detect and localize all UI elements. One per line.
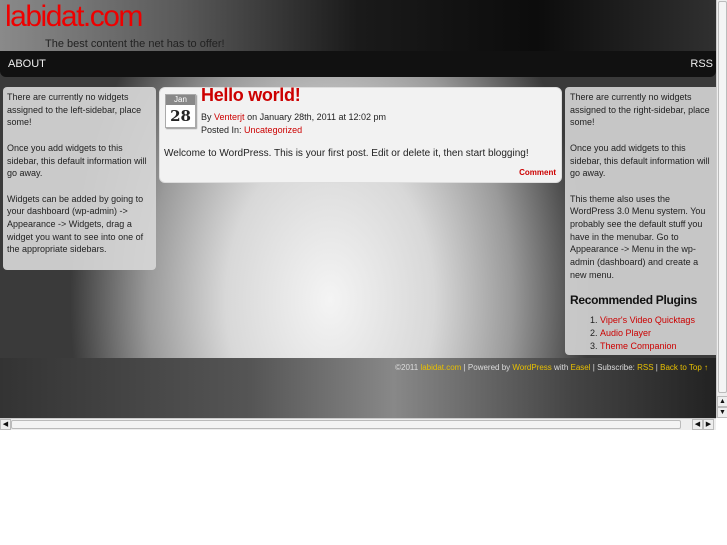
- wordpress-link[interactable]: WordPress: [512, 363, 551, 372]
- plugin-link[interactable]: Theme Companion: [600, 341, 677, 351]
- post-month: Jan: [166, 95, 195, 105]
- header: labidat.com The best content the net has…: [0, 0, 716, 52]
- scroll-down-icon[interactable]: ▼: [717, 407, 727, 418]
- powered-by: Powered by: [467, 363, 511, 372]
- separator: |: [655, 363, 658, 372]
- calendar-icon: Jan 28: [165, 94, 196, 128]
- footer-site-link[interactable]: labidat.com: [420, 363, 461, 372]
- category-link[interactable]: Uncategorized: [244, 125, 302, 135]
- post: Jan 28 Hello world! By Venterjt on Janua…: [159, 86, 562, 183]
- sidebar-text: Widgets can be added by going to your da…: [7, 193, 144, 255]
- easel-link[interactable]: Easel: [571, 363, 591, 372]
- plugins-heading: Recommended Plugins: [570, 292, 697, 307]
- page-viewport: labidat.com The best content the net has…: [0, 0, 716, 418]
- list-item: Viper's Video Quicktags: [600, 314, 711, 327]
- subscribe-label: Subscribe:: [597, 363, 635, 372]
- posted-in-label: Posted In:: [201, 125, 242, 135]
- scrollbar-thumb[interactable]: [718, 1, 727, 393]
- nav-rss[interactable]: RSS: [690, 58, 713, 70]
- plugins-list: Viper's Video Quicktags Audio Player The…: [570, 314, 711, 352]
- post-title[interactable]: Hello world!: [201, 86, 301, 104]
- scroll-right-icon[interactable]: ▶: [703, 419, 714, 430]
- separator: |: [463, 363, 466, 372]
- back-to-top-link[interactable]: Back to Top ↑: [660, 363, 708, 372]
- sidebar-text: Once you add widgets to this sidebar, th…: [570, 142, 710, 179]
- post-meta: By Venterjt on January 28th, 2011 at 12:…: [201, 111, 386, 137]
- author-link[interactable]: Venterjt: [214, 112, 245, 122]
- vertical-scrollbar[interactable]: ▲ ▼: [716, 0, 727, 418]
- footer: ©2011 labidat.com | Powered by WordPress…: [0, 358, 716, 418]
- nav-about[interactable]: ABOUT: [8, 58, 46, 70]
- site-tagline: The best content the net has to offer!: [45, 38, 225, 50]
- footer-rss-link[interactable]: RSS: [637, 363, 653, 372]
- scroll-left-icon[interactable]: ◀: [0, 419, 11, 430]
- site-logo[interactable]: labidat.com: [5, 0, 143, 34]
- right-sidebar: There are currently no widgets assigned …: [565, 87, 716, 355]
- plugin-link[interactable]: Audio Player: [600, 328, 651, 338]
- sidebar-text: Once you add widgets to this sidebar, th…: [7, 142, 147, 179]
- by-label: By: [201, 112, 212, 122]
- comment-link[interactable]: Comment: [519, 167, 556, 180]
- plugin-link[interactable]: Viper's Video Quicktags: [600, 315, 695, 325]
- scroll-up-icon[interactable]: ▲: [717, 396, 727, 407]
- navbar: ABOUT RSS: [0, 51, 716, 77]
- list-item: Audio Player: [600, 327, 711, 340]
- with-label: with: [554, 363, 569, 372]
- post-day: 28: [170, 107, 191, 125]
- horizontal-scrollbar[interactable]: ◀ ◀ ▶: [0, 418, 716, 430]
- scroll-left-icon[interactable]: ◀: [692, 419, 703, 430]
- sidebar-text: There are currently no widgets assigned …: [7, 92, 142, 128]
- left-sidebar: There are currently no widgets assigned …: [3, 87, 156, 270]
- copyright: ©2011: [395, 363, 419, 372]
- post-body: Welcome to WordPress. This is your first…: [164, 148, 529, 159]
- post-date: on January 28th, 2011 at 12:02 pm: [247, 112, 387, 122]
- sidebar-text: There are currently no widgets assigned …: [570, 92, 710, 128]
- scrollbar-thumb[interactable]: [11, 420, 681, 429]
- separator: |: [592, 363, 595, 372]
- sidebar-text: This theme also uses the WordPress 3.0 M…: [570, 193, 706, 280]
- list-item: Theme Companion: [600, 340, 711, 353]
